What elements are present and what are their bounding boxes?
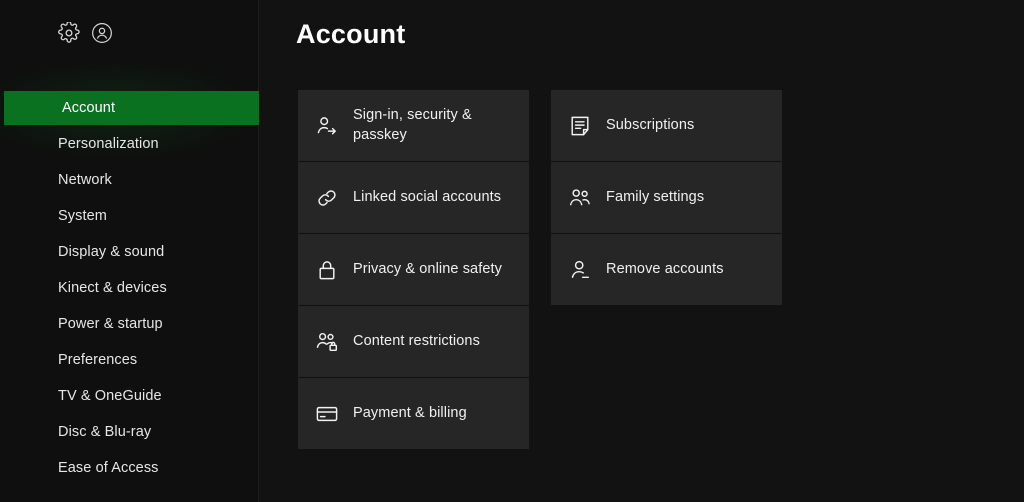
person-minus-icon <box>567 257 593 283</box>
tile-label: Family settings <box>606 188 704 207</box>
person-arrow-icon <box>314 113 340 139</box>
tile-sign-in-security-passkey[interactable]: Sign-in, security & passkey <box>298 90 529 161</box>
sidebar-header <box>58 22 113 44</box>
sidebar-item-power-startup[interactable]: Power & startup <box>0 307 259 341</box>
page-title: Account <box>296 19 405 50</box>
sidebar-item-label: TV & OneGuide <box>58 389 162 404</box>
tile-subscriptions[interactable]: Subscriptions <box>551 90 782 161</box>
sidebar-item-label: Kinect & devices <box>58 281 167 296</box>
tile-payment-billing[interactable]: Payment & billing <box>298 378 529 449</box>
settings-main-panel: Account Sign-in, security & passkey Linke… <box>259 0 1024 502</box>
sidebar-item-disc-blu-ray[interactable]: Disc & Blu-ray <box>0 415 259 449</box>
sidebar-item-system[interactable]: System <box>0 199 259 233</box>
sidebar-nav-list: Account Personalization Network System Displ… <box>0 91 259 487</box>
tile-column-2: Subscriptions Family settings Remove accou… <box>551 90 782 449</box>
tile-label: Sign-in, security & passkey <box>353 106 515 145</box>
settings-sidebar: Account Personalization Network System Displ… <box>0 0 259 502</box>
sidebar-item-label: Preferences <box>58 353 137 368</box>
sidebar-item-display-sound[interactable]: Display & sound <box>0 235 259 269</box>
tile-label: Linked social accounts <box>353 188 501 207</box>
tile-label: Remove accounts <box>606 260 724 279</box>
settings-tile-grid: Sign-in, security & passkey Linked social… <box>298 90 782 449</box>
sidebar-item-label: Personalization <box>58 137 159 152</box>
tile-linked-social-accounts[interactable]: Linked social accounts <box>298 162 529 233</box>
tile-family-settings[interactable]: Family settings <box>551 162 782 233</box>
sidebar-item-account[interactable]: Account <box>4 91 259 125</box>
tile-label: Privacy & online safety <box>353 260 502 279</box>
sidebar-item-label: Account <box>62 101 115 116</box>
tile-privacy-online-safety[interactable]: Privacy & online safety <box>298 234 529 305</box>
tile-content-restrictions[interactable]: Content restrictions <box>298 306 529 377</box>
sidebar-item-ease-of-access[interactable]: Ease of Access <box>0 451 259 485</box>
tile-column-1: Sign-in, security & passkey Linked social… <box>298 90 529 449</box>
tile-label: Content restrictions <box>353 332 480 351</box>
sidebar-item-personalization[interactable]: Personalization <box>0 127 259 161</box>
people-lock-icon <box>314 329 340 355</box>
tile-label: Subscriptions <box>606 116 694 135</box>
people-icon <box>567 185 593 211</box>
sidebar-item-label: System <box>58 209 107 224</box>
gear-icon[interactable] <box>58 22 80 44</box>
tile-remove-accounts[interactable]: Remove accounts <box>551 234 782 305</box>
sidebar-item-label: Ease of Access <box>58 461 159 476</box>
sidebar-item-label: Power & startup <box>58 317 163 332</box>
xbox-settings-screen: Account Personalization Network System Displ… <box>0 0 1024 502</box>
link-chain-icon <box>314 185 340 211</box>
padlock-icon <box>314 257 340 283</box>
document-list-icon <box>567 113 593 139</box>
tile-label: Payment & billing <box>353 404 467 423</box>
sidebar-item-network[interactable]: Network <box>0 163 259 197</box>
sidebar-item-tv-oneguide[interactable]: TV & OneGuide <box>0 379 259 413</box>
credit-card-icon <box>314 401 340 427</box>
sidebar-item-preferences[interactable]: Preferences <box>0 343 259 377</box>
account-avatar-icon[interactable] <box>91 22 113 44</box>
sidebar-item-label: Display & sound <box>58 245 164 260</box>
sidebar-item-label: Disc & Blu-ray <box>58 425 151 440</box>
sidebar-item-kinect-devices[interactable]: Kinect & devices <box>0 271 259 305</box>
sidebar-item-label: Network <box>58 173 112 188</box>
